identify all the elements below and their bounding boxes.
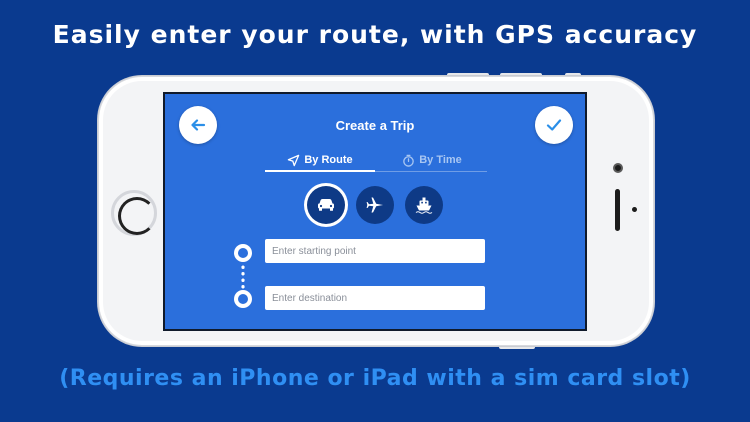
- confirm-button[interactable]: [535, 106, 573, 144]
- tab-by-time-label: By Time: [419, 154, 462, 166]
- checkmark-icon: [546, 119, 562, 131]
- ship-mode-button[interactable]: [405, 186, 443, 224]
- airplane-icon: [366, 197, 383, 213]
- tab-selected-indicator: [265, 170, 375, 172]
- front-camera: [613, 163, 623, 173]
- navigation-arrow-icon: [288, 154, 300, 166]
- footnote: (Requires an iPhone or iPad with a sim c…: [59, 366, 691, 391]
- earpiece-speaker: [615, 189, 620, 231]
- start-point-marker: [234, 244, 252, 262]
- ship-icon: [415, 197, 433, 214]
- screen-title: Create a Trip: [335, 118, 415, 133]
- car-icon: [318, 199, 334, 211]
- destination-marker: [234, 290, 252, 308]
- tab-by-time[interactable]: By Time: [377, 150, 487, 170]
- headline: Easily enter your route, with GPS accura…: [52, 20, 698, 49]
- flight-mode-button[interactable]: [356, 186, 394, 224]
- stopwatch-icon: [403, 154, 414, 167]
- app-screen: Create a Trip By Route By Time: [163, 92, 587, 331]
- destination-input[interactable]: [265, 286, 485, 310]
- route-connector: [241, 264, 245, 290]
- proximity-sensor: [632, 207, 637, 212]
- tab-by-route[interactable]: By Route: [265, 150, 375, 170]
- home-button[interactable]: [111, 190, 157, 236]
- tab-by-route-label: By Route: [304, 154, 353, 166]
- car-mode-button[interactable]: [307, 186, 345, 224]
- starting-point-input[interactable]: [265, 239, 485, 263]
